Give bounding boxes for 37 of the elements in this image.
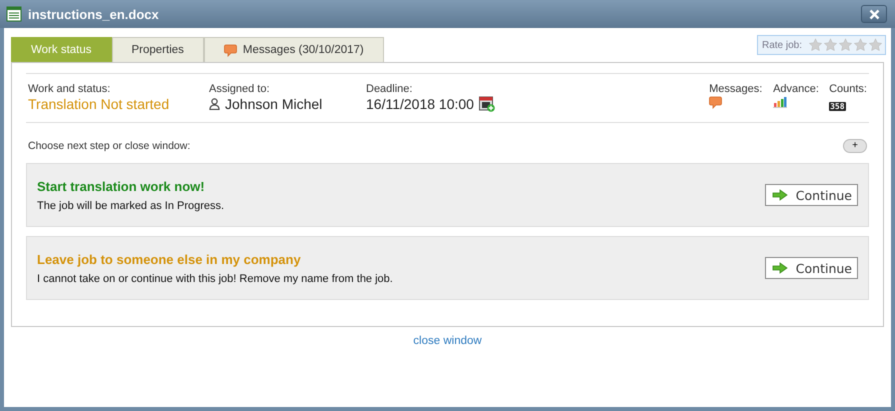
document-icon	[6, 6, 22, 22]
calendar-add-icon[interactable]	[478, 96, 495, 112]
option-title: Start translation work now!	[37, 178, 206, 194]
option-title: Leave job to someone else in my company	[37, 252, 302, 266]
arrow-icon	[772, 189, 788, 201]
field-label: Messages:	[709, 83, 764, 95]
person-icon	[209, 98, 220, 110]
star-icon[interactable]	[808, 38, 823, 52]
tab[interactable]: Properties	[112, 37, 204, 62]
star-icon[interactable]	[838, 38, 853, 52]
close-window-link[interactable]: close window	[413, 335, 482, 347]
deadline-value: 16/11/2018 10:00	[366, 96, 474, 112]
field-label: Advance:	[773, 83, 820, 95]
star-icon[interactable]	[868, 38, 883, 52]
field-label: Work and status:	[28, 83, 112, 95]
arrow-icon	[772, 262, 788, 274]
instruction-text: Choose next step or close window:	[28, 140, 190, 152]
assignee-name: Johnson Michel	[225, 96, 322, 112]
continue-button[interactable]: Continue	[764, 184, 858, 206]
tab[interactable]: Messages (30/10/2017)	[204, 37, 384, 62]
option-description: The job will be marked as In Progress.	[37, 200, 226, 212]
bar-chart-icon	[773, 96, 788, 108]
window-title: instructions_en.docx	[28, 6, 160, 22]
field-label: Assigned to:	[209, 83, 271, 95]
status-value: Translation Not started	[28, 96, 170, 112]
close-button[interactable]	[861, 5, 887, 23]
count-badge: 358	[829, 102, 846, 111]
continue-button[interactable]: Continue	[764, 257, 858, 279]
field-label: Deadline:	[366, 83, 414, 95]
field-label: Counts:	[829, 83, 867, 95]
speech-bubble-icon	[709, 96, 722, 109]
option-description: I cannot take on or continue with this job! Remove my name from the job.	[37, 272, 394, 284]
star-icon[interactable]	[853, 38, 868, 52]
star-icon[interactable]	[823, 38, 838, 52]
close-icon	[868, 8, 880, 20]
rating-label: Rate job:	[762, 40, 802, 50]
expand-button[interactable]: +	[843, 139, 867, 153]
